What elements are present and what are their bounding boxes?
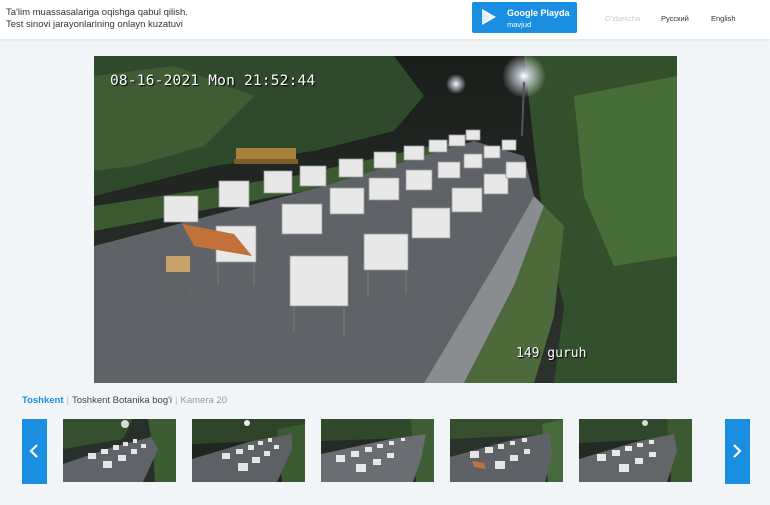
google-play-title: Google Playda xyxy=(507,8,570,18)
thumbnail-image xyxy=(321,419,434,482)
lang-uzbek-link[interactable]: O'zbekcha xyxy=(605,14,640,23)
site-title: Ta'lim muassasalariga oqishga qabul qili… xyxy=(6,7,188,31)
camera-thumbnail[interactable] xyxy=(321,419,434,482)
chevron-right-icon xyxy=(733,444,742,458)
prev-thumbnails-button[interactable] xyxy=(22,419,47,484)
breadcrumb: Toshkent | Toshkent Botanika bog'i | Kamera … xyxy=(22,395,227,406)
thumbnail-image xyxy=(192,419,305,482)
header-bar: Ta'lim muassasalariga oqishga qabul qili… xyxy=(0,0,770,39)
breadcrumb-region[interactable]: Toshkent xyxy=(22,395,64,406)
site-title-line1: Ta'lim muassasalariga oqishga qabul qili… xyxy=(6,7,188,18)
camera-thumbnail[interactable] xyxy=(579,419,692,482)
camera-thumbnail[interactable] xyxy=(450,419,563,482)
breadcrumb-camera: Kamera 20 xyxy=(180,395,227,406)
site-title-line2: Test sinovi jarayonlarining onlayn kuzat… xyxy=(6,19,183,30)
camera-main-view[interactable]: 08-16-2021 Mon 21:52:44 149 guruh xyxy=(94,56,677,383)
play-icon xyxy=(482,9,496,25)
google-play-subtitle: mavjud xyxy=(507,20,532,29)
thumbnail-image xyxy=(63,419,176,482)
lang-russian-link[interactable]: Русский xyxy=(661,14,689,23)
camera-thumbnail[interactable] xyxy=(192,419,305,482)
breadcrumb-separator: | xyxy=(66,395,69,406)
camera-group-label: 149 guruh xyxy=(516,346,587,361)
thumbnail-image xyxy=(579,419,692,482)
lang-english-link[interactable]: English xyxy=(711,14,736,23)
camera-scene-image xyxy=(94,56,677,383)
chevron-left-icon xyxy=(29,444,38,458)
camera-thumbnail[interactable] xyxy=(63,419,176,482)
breadcrumb-separator: | xyxy=(175,395,178,406)
thumbnail-image xyxy=(450,419,563,482)
breadcrumb-location[interactable]: Toshkent Botanika bog'i xyxy=(72,395,172,406)
google-play-button[interactable]: Google Playda mavjud xyxy=(472,2,577,33)
next-thumbnails-button[interactable] xyxy=(725,419,750,484)
camera-timestamp: 08-16-2021 Mon 21:52:44 xyxy=(110,73,316,89)
